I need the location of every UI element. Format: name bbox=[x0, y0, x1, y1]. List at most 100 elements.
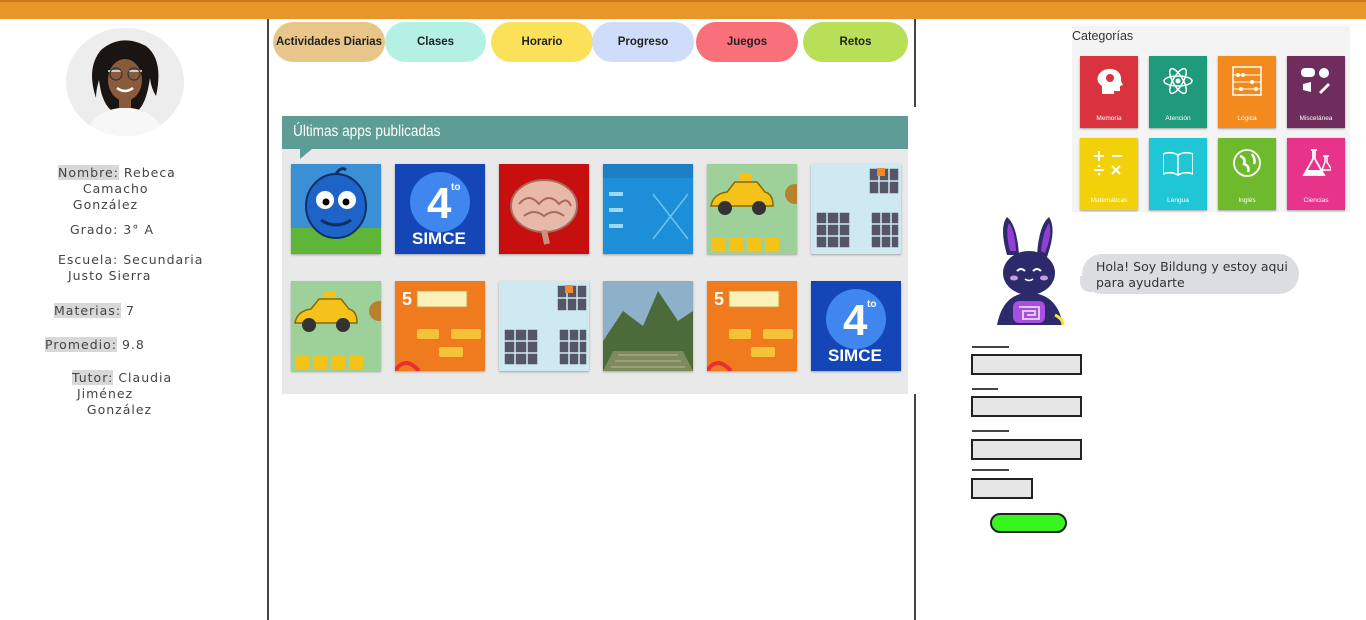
tab-retos[interactable]: Retos bbox=[803, 22, 908, 62]
app-tile-machu-picchu[interactable] bbox=[603, 281, 693, 371]
app-tile-simce-2[interactable]: 4 to SIMCE bbox=[811, 281, 901, 371]
top-bar bbox=[0, 0, 1366, 19]
category-matematicas[interactable]: Matemáticas bbox=[1080, 138, 1138, 210]
left-divider bbox=[267, 19, 269, 620]
book-icon bbox=[1163, 151, 1193, 176]
taxi-icon bbox=[707, 164, 797, 254]
category-ingles[interactable]: Inglés bbox=[1218, 138, 1276, 210]
app-tile-number-game-2[interactable]: 5 bbox=[707, 281, 797, 371]
simce-icon: 4 to SIMCE bbox=[395, 164, 485, 254]
latest-apps-header: Últimas apps publicadas bbox=[282, 116, 908, 149]
app-tile-map-quiz[interactable] bbox=[603, 164, 693, 254]
category-label: Miscelánea bbox=[1299, 115, 1333, 122]
tab-horario[interactable]: Horario bbox=[491, 22, 593, 62]
form-input-1[interactable] bbox=[971, 354, 1082, 375]
latest-apps-panel: Últimas apps publicadas 4 to SIMCE 5 5 4… bbox=[282, 116, 908, 394]
simce-word: SIMCE bbox=[828, 346, 882, 365]
profile-name: Nombre: Rebeca Camacho González bbox=[58, 165, 176, 213]
right-divider-top bbox=[914, 19, 916, 107]
latest-apps-title: Últimas apps publicadas bbox=[293, 123, 441, 140]
simce-number: 4 bbox=[843, 296, 868, 345]
category-logica[interactable]: Lógica bbox=[1218, 56, 1276, 128]
blue-character-icon bbox=[291, 164, 381, 254]
tab-clases[interactable]: Clases bbox=[385, 22, 486, 62]
profile-grade: Grado: 3° A bbox=[70, 222, 154, 238]
app-tile-grid-puzzle-2[interactable] bbox=[499, 281, 589, 371]
avatar bbox=[66, 28, 184, 136]
chat-bubble: Hola! Soy Bildung y estoy aqui para ayud… bbox=[1082, 254, 1299, 294]
abacus-icon bbox=[1232, 66, 1262, 96]
category-memoria[interactable]: Memoria bbox=[1080, 56, 1138, 128]
app-tile-brain[interactable] bbox=[499, 164, 589, 254]
category-atencion[interactable]: Atención bbox=[1149, 56, 1207, 128]
math-icon bbox=[1094, 151, 1122, 176]
gamepad-icon bbox=[1301, 68, 1330, 94]
category-label: Inglés bbox=[1238, 197, 1256, 204]
tab-actividades-diarias[interactable]: Actividades Diarias bbox=[273, 22, 385, 62]
categories-title: Categorías bbox=[1072, 29, 1134, 43]
form-input-2[interactable] bbox=[971, 396, 1082, 417]
category-ciencias[interactable]: Ciencias bbox=[1287, 138, 1345, 210]
subjects-value: 7 bbox=[126, 303, 135, 318]
machu-picchu-icon bbox=[603, 281, 693, 371]
profile-tutor: Tutor: Claudia Jiménez González bbox=[72, 370, 172, 418]
category-label: Memoria bbox=[1096, 115, 1122, 122]
simce-superscript: to bbox=[867, 299, 876, 310]
app-tile-simce[interactable]: 4 to SIMCE bbox=[395, 164, 485, 254]
name-label: Nombre: bbox=[58, 165, 119, 180]
number-game-digit: 5 bbox=[714, 289, 724, 309]
average-value: 9.8 bbox=[121, 337, 145, 352]
field-label-3 bbox=[972, 430, 1009, 432]
form-input-4[interactable] bbox=[971, 478, 1033, 499]
category-label: Lógica bbox=[1237, 115, 1257, 122]
flask-icon bbox=[1302, 149, 1331, 176]
app-tile-grid-puzzle[interactable] bbox=[811, 164, 901, 254]
field-label-4 bbox=[972, 469, 1009, 471]
app-tile-taxi[interactable] bbox=[707, 164, 797, 254]
field-label-1 bbox=[972, 346, 1009, 348]
category-label: Atención bbox=[1165, 115, 1191, 122]
profile-average: Promedio: 9.8 bbox=[45, 337, 145, 353]
simce-word: SIMCE bbox=[412, 229, 466, 248]
bunny-mascot-icon bbox=[997, 217, 1065, 326]
grade-value: 3° A bbox=[123, 222, 154, 237]
average-label: Promedio: bbox=[45, 337, 117, 352]
tutor-label: Tutor: bbox=[72, 370, 114, 385]
category-lengua[interactable]: Lengua bbox=[1149, 138, 1207, 210]
grade-label: Grado: bbox=[70, 222, 119, 237]
form-input-3[interactable] bbox=[971, 439, 1082, 460]
profile-school: Escuela: Secundaria Justo Sierra bbox=[58, 252, 203, 284]
app-tile-number-game[interactable]: 5 bbox=[395, 281, 485, 371]
app-tile-blue-character[interactable] bbox=[291, 164, 381, 254]
tab-progreso[interactable]: Progreso bbox=[592, 22, 694, 62]
category-label: Lengua bbox=[1167, 197, 1189, 204]
category-label: Ciencias bbox=[1303, 197, 1329, 204]
category-miscelanea[interactable]: Miscelánea bbox=[1287, 56, 1345, 128]
taxi-icon bbox=[291, 281, 381, 371]
map-quiz-icon bbox=[603, 164, 693, 254]
student-photo-icon bbox=[66, 28, 184, 136]
number-game-icon: 5 bbox=[395, 281, 485, 371]
profile-subjects: Materias: 7 bbox=[54, 303, 135, 319]
brain-icon bbox=[499, 164, 589, 254]
subjects-label: Materias: bbox=[54, 303, 122, 318]
chat-message: Hola! Soy Bildung y estoy aqui para ayud… bbox=[1096, 259, 1288, 290]
number-game-digit: 5 bbox=[402, 289, 412, 309]
categories-panel: Categorías Memoria Atención Lógica Misce… bbox=[1072, 26, 1350, 212]
tab-juegos[interactable]: Juegos bbox=[696, 22, 798, 62]
field-label-2 bbox=[972, 388, 998, 390]
category-label: Matemáticas bbox=[1090, 197, 1128, 204]
app-tile-taxi-2[interactable] bbox=[291, 281, 381, 371]
grid-puzzle-icon bbox=[811, 164, 901, 254]
grid-puzzle-icon bbox=[499, 281, 589, 371]
header-notch bbox=[300, 149, 312, 159]
simce-number: 4 bbox=[427, 179, 452, 228]
atom-icon bbox=[1163, 67, 1193, 95]
globe-icon bbox=[1233, 149, 1261, 177]
head-icon bbox=[1097, 68, 1123, 94]
simce-icon: 4 to SIMCE bbox=[811, 281, 901, 371]
simce-superscript: to bbox=[451, 182, 460, 193]
right-divider-bottom bbox=[914, 394, 916, 620]
number-game-icon: 5 bbox=[707, 281, 797, 371]
submit-button[interactable] bbox=[990, 513, 1067, 533]
